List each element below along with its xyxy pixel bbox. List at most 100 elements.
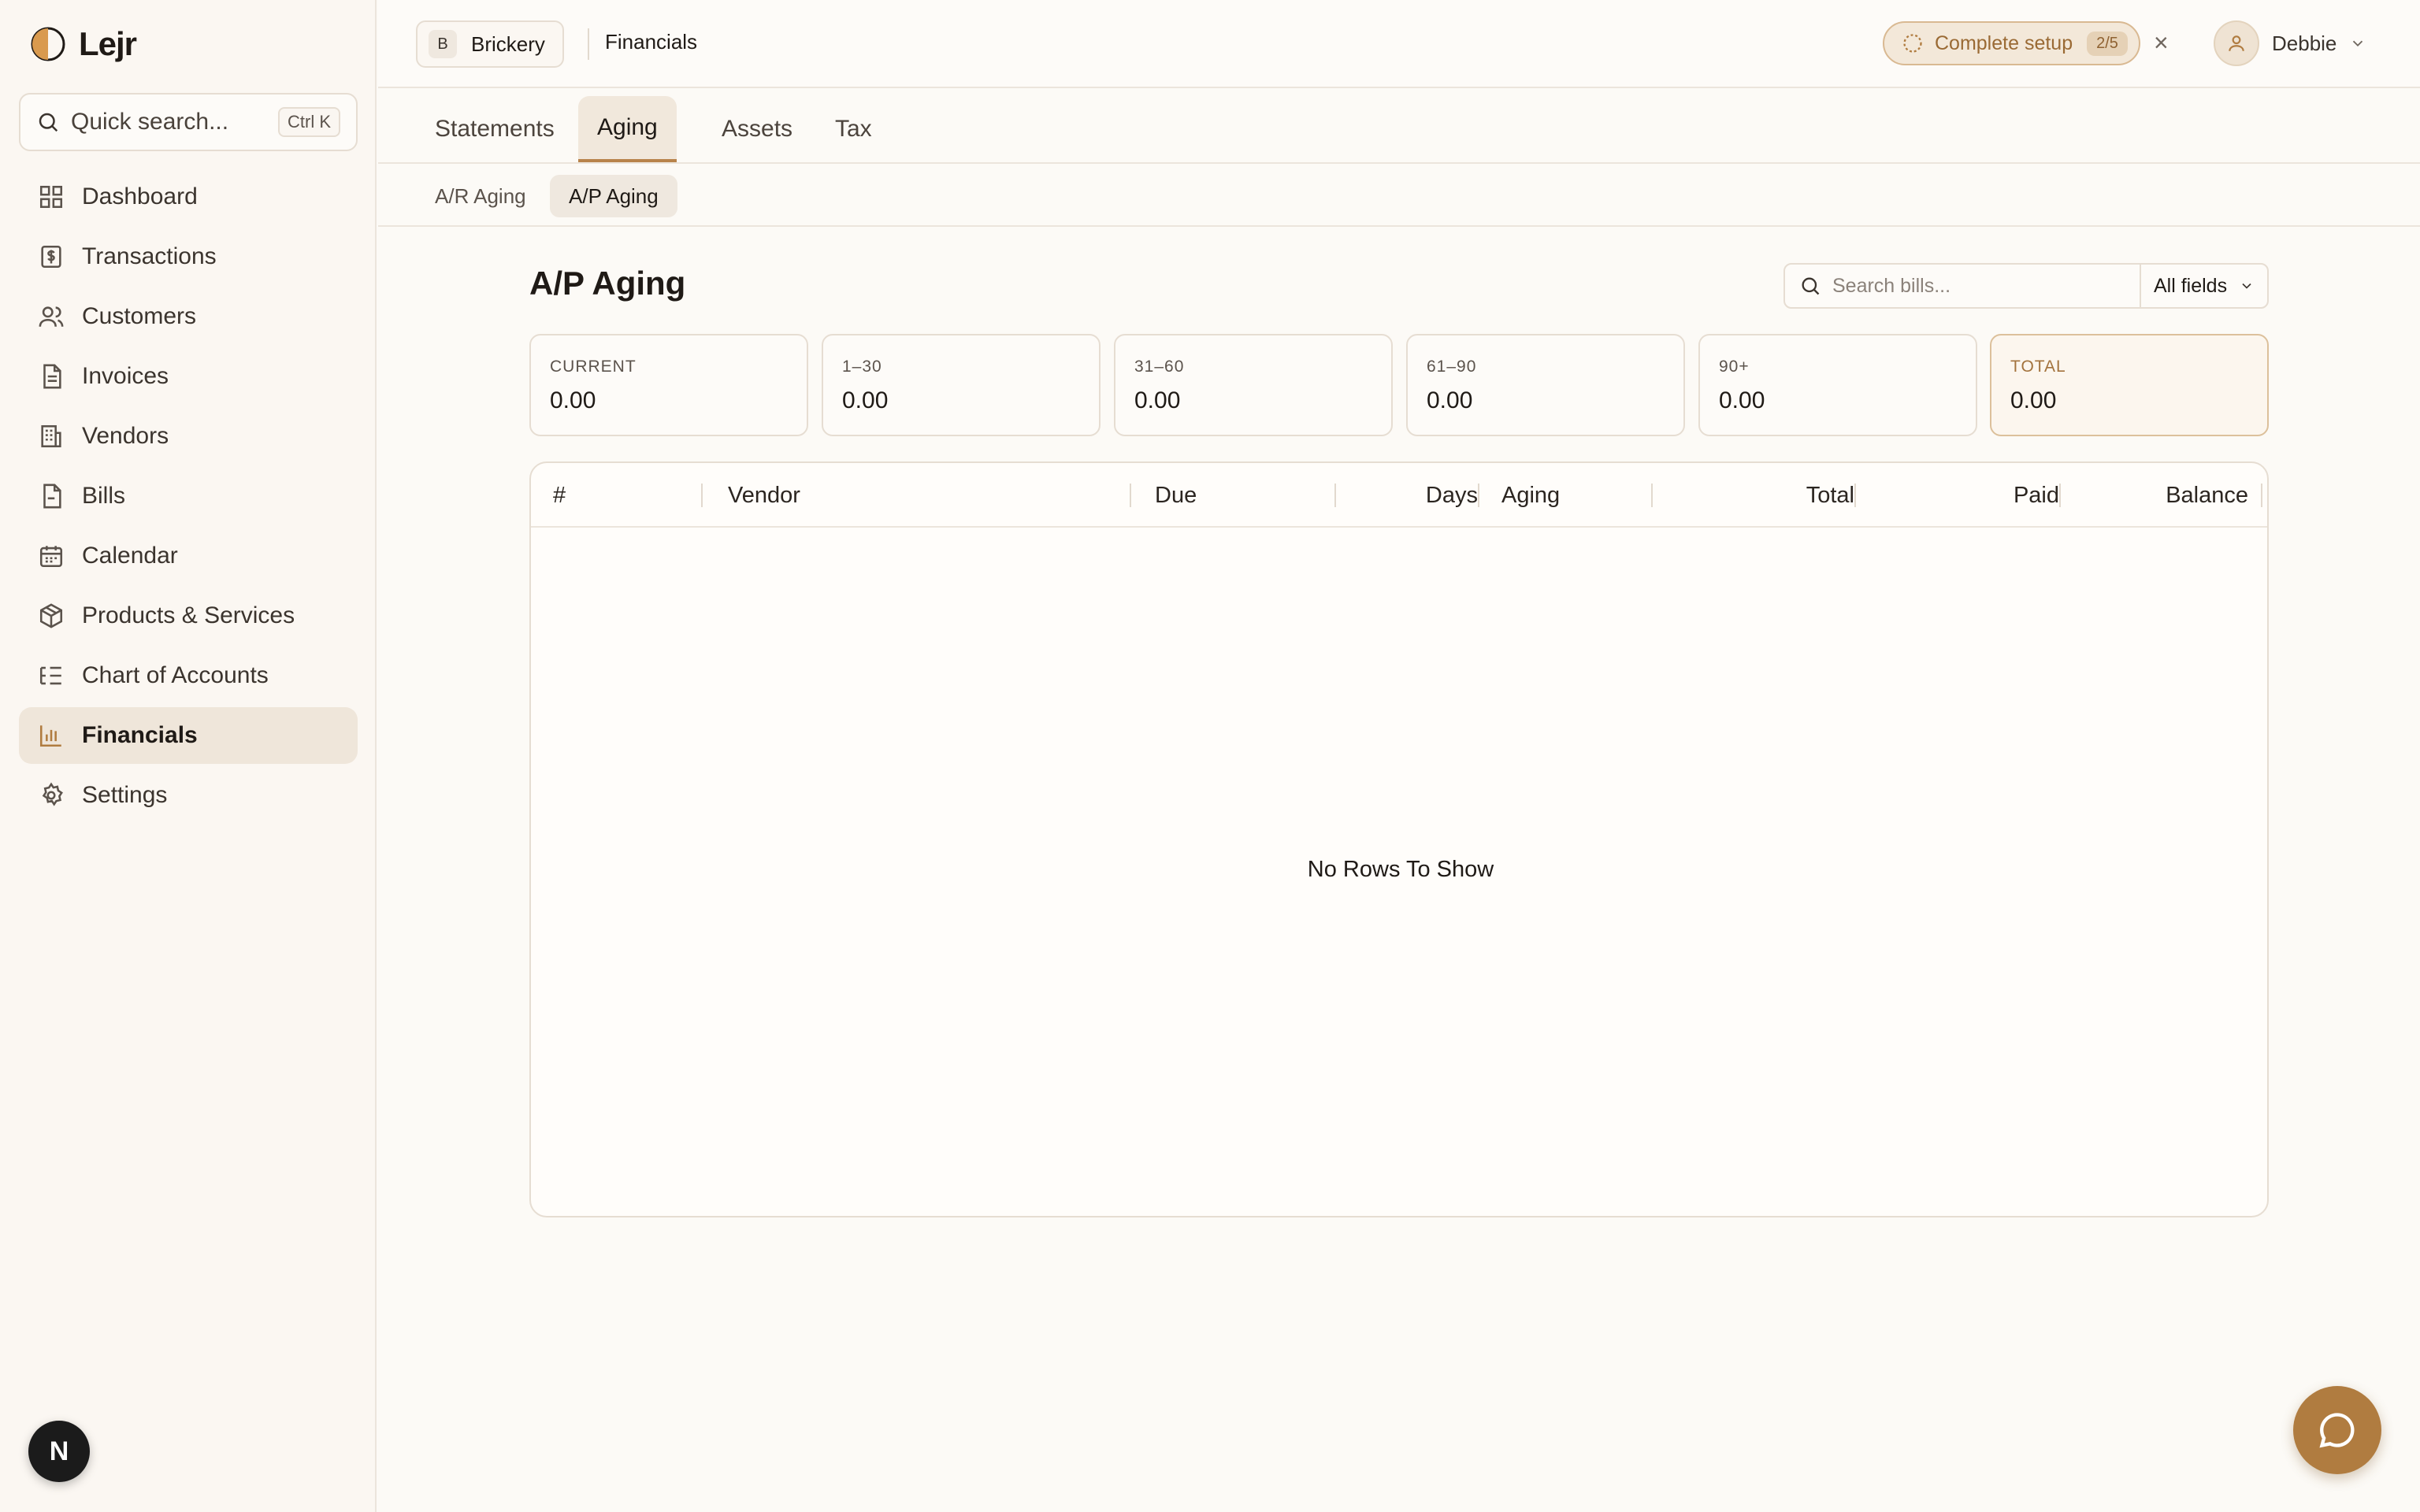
lejr-logo-icon <box>31 27 65 61</box>
tab-statements[interactable]: Statements <box>416 96 573 162</box>
column-resize-handle[interactable] <box>1651 484 1653 507</box>
user-menu[interactable]: Debbie <box>2214 20 2366 66</box>
avatar <box>2214 20 2259 66</box>
card-label: 31–60 <box>1134 358 1185 376</box>
sidebar-item-label: Chart of Accounts <box>82 662 269 688</box>
sidebar-item-label: Vendors <box>82 423 169 449</box>
search-bills-input[interactable] <box>1832 274 2116 298</box>
column-header-number[interactable]: # <box>553 463 695 528</box>
box-icon <box>39 603 63 628</box>
chat-bubble-icon <box>2319 1413 2355 1448</box>
sidebar-item-label: Financials <box>82 722 198 748</box>
users-icon <box>39 306 64 327</box>
progress-ring-icon <box>1903 34 1922 53</box>
card-value: 0.00 <box>842 387 889 413</box>
card-label: 1–30 <box>842 358 882 376</box>
sidebar-item-customers[interactable]: Customers <box>19 288 358 345</box>
column-resize-handle[interactable] <box>1478 484 1479 507</box>
column-header-aging[interactable]: Aging <box>1501 463 1651 528</box>
chat-button[interactable] <box>2293 1386 2381 1474</box>
tab-tax[interactable]: Tax <box>816 96 891 162</box>
org-name: Brickery <box>471 32 545 56</box>
summary-card-90-plus: 90+ 0.00 <box>1698 334 1977 436</box>
user-icon <box>2229 35 2244 51</box>
main-content: B Brickery Financials Complete setup 2/5… <box>378 0 2420 1512</box>
app-name: Lejr <box>79 25 137 62</box>
building-icon <box>41 424 61 448</box>
tab-aging[interactable]: Aging <box>578 96 677 162</box>
table-header: # Vendor Due Days Aging Total Paid Balan… <box>531 463 2267 528</box>
column-header-days[interactable]: Days <box>1347 463 1478 528</box>
brand[interactable]: Lejr <box>30 24 137 65</box>
bar-chart-icon <box>39 725 61 747</box>
summary-card-61-90: 61–90 0.00 <box>1406 334 1685 436</box>
user-name: Debbie <box>2272 31 2337 55</box>
sidebar-item-label: Settings <box>82 782 168 808</box>
quick-search-placeholder: Quick search... <box>71 109 229 135</box>
column-header-due[interactable]: Due <box>1155 463 1328 528</box>
column-header-total[interactable]: Total <box>1665 463 1854 528</box>
aging-summary-cards: CURRENT 0.00 1–30 0.00 31–60 0.00 61–90 … <box>529 334 2269 436</box>
sidebar-item-dashboard[interactable]: Dashboard <box>19 169 358 225</box>
sidebar-item-vendors[interactable]: Vendors <box>19 408 358 465</box>
sidebar: Lejr Quick search... Ctrl K Dashboard Tr… <box>0 0 377 1512</box>
bill-search-box[interactable] <box>1783 263 2143 309</box>
aging-table: # Vendor Due Days Aging Total Paid Balan… <box>529 461 2269 1217</box>
sidebar-item-chart-of-accounts[interactable]: Chart of Accounts <box>19 647 358 704</box>
invoice-icon <box>43 364 61 389</box>
subtab-ap-aging[interactable]: A/P Aging <box>550 175 677 217</box>
setup-label: Complete setup <box>1935 32 2073 54</box>
sidebar-item-label: Products & Services <box>82 602 295 628</box>
sidebar-item-label: Customers <box>82 303 197 329</box>
column-resize-handle[interactable] <box>1334 484 1336 507</box>
dev-avatar[interactable]: N <box>28 1421 90 1482</box>
quick-search[interactable]: Quick search... Ctrl K <box>19 93 358 151</box>
sidebar-item-transactions[interactable]: Transactions <box>19 228 358 285</box>
search-icon <box>1802 277 1820 295</box>
column-resize-handle[interactable] <box>701 484 703 507</box>
page-title: A/P Aging <box>529 265 686 302</box>
gear-icon <box>42 782 63 806</box>
dashboard-icon <box>39 185 63 209</box>
column-resize-handle[interactable] <box>2059 484 2061 507</box>
shortcut-hint: Ctrl K <box>278 107 340 137</box>
sidebar-item-label: Dashboard <box>82 183 198 209</box>
column-header-balance[interactable]: Balance <box>2075 463 2248 528</box>
card-value: 0.00 <box>1427 387 1473 413</box>
sidebar-item-bills[interactable]: Bills <box>19 468 358 524</box>
empty-state-message: No Rows To Show <box>1307 857 1494 882</box>
breadcrumb-divider <box>588 28 589 60</box>
org-initial: B <box>429 30 457 58</box>
sidebar-item-label: Bills <box>82 483 126 509</box>
card-label: CURRENT <box>550 358 637 376</box>
sidebar-item-products-services[interactable]: Products & Services <box>19 587 358 644</box>
complete-setup-button[interactable]: Complete setup 2/5 <box>1883 21 2140 65</box>
sidebar-item-financials[interactable]: Financials <box>19 707 358 764</box>
sidebar-item-settings[interactable]: Settings <box>19 767 358 824</box>
org-switcher[interactable]: B Brickery <box>416 20 564 68</box>
search-icon <box>39 113 58 132</box>
column-header-vendor[interactable]: Vendor <box>728 463 1122 528</box>
summary-card-total: TOTAL 0.00 <box>1990 334 2269 436</box>
column-resize-handle[interactable] <box>1854 484 1856 507</box>
card-label: 61–90 <box>1427 358 1477 376</box>
column-resize-handle[interactable] <box>2261 484 2262 507</box>
card-value: 0.00 <box>550 387 596 413</box>
chevron-down-icon <box>2353 40 2363 47</box>
sidebar-item-label: Invoices <box>82 363 169 389</box>
close-setup-button[interactable]: × <box>2154 28 2169 57</box>
sidebar-item-invoices[interactable]: Invoices <box>19 348 358 405</box>
subtab-ar-aging[interactable]: A/R Aging <box>416 175 545 217</box>
setup-progress-badge: 2/5 <box>2087 31 2128 56</box>
subtab-bar: A/R Aging A/P Aging <box>378 164 2420 227</box>
sidebar-item-label: Calendar <box>82 543 178 569</box>
column-header-paid[interactable]: Paid <box>1870 463 2059 528</box>
bill-icon <box>43 484 61 509</box>
column-resize-handle[interactable] <box>1130 484 1131 507</box>
tab-assets[interactable]: Assets <box>703 96 811 162</box>
card-label: 90+ <box>1719 358 1750 376</box>
card-label: TOTAL <box>2010 358 2066 376</box>
sidebar-item-calendar[interactable]: Calendar <box>19 528 358 584</box>
list-tree-icon <box>39 666 61 685</box>
field-filter-select[interactable]: All fields <box>2140 263 2269 309</box>
